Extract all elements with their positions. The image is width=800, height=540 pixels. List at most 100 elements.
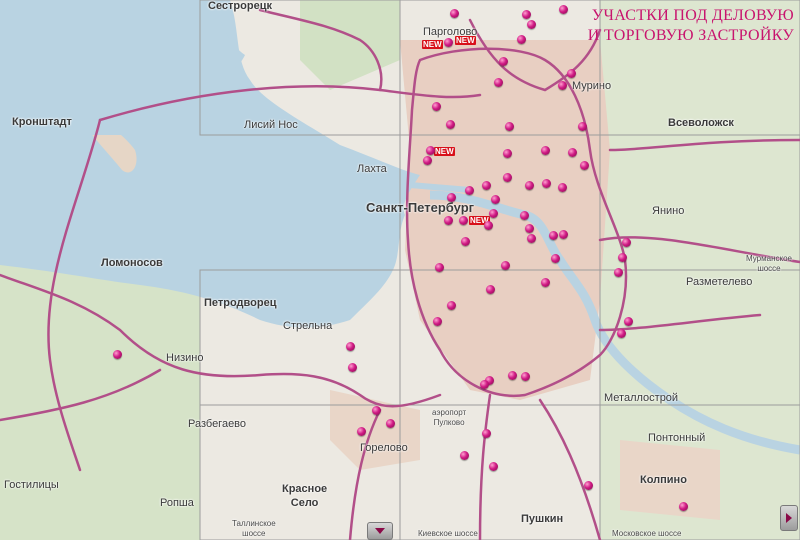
label-sestroretsk: Сестрорецк: [208, 0, 272, 12]
plot-marker[interactable]: [447, 193, 456, 202]
title-line-2: И ТОРГОВУЮ ЗАСТРОЙКУ: [587, 27, 794, 44]
plot-marker[interactable]: [517, 35, 526, 44]
label-lomonosov: Ломоносов: [101, 257, 163, 269]
plot-marker[interactable]: [525, 224, 534, 233]
label-moskovskoe: Московское шоссе: [612, 529, 682, 538]
plot-marker[interactable]: [501, 261, 510, 270]
map-title: УЧАСТКИ ПОД ДЕЛОВУЮ И ТОРГОВУЮ ЗАСТРОЙКУ: [588, 6, 794, 46]
plot-marker[interactable]: [432, 102, 441, 111]
plot-marker[interactable]: [113, 350, 122, 359]
plot-marker[interactable]: [491, 195, 500, 204]
label-murmanskoe: Мурманское шоссе: [746, 254, 792, 274]
plot-marker[interactable]: [461, 237, 470, 246]
plot-marker[interactable]: [480, 380, 489, 389]
label-ropsha: Ропша: [160, 497, 194, 509]
title-line-1: УЧАСТКИ ПОД ДЕЛОВУЮ: [591, 7, 794, 24]
plot-marker[interactable]: [521, 372, 530, 381]
new-badge: NEW: [422, 40, 443, 49]
plot-marker[interactable]: [522, 10, 531, 19]
label-pontonny: Понтонный: [648, 432, 706, 444]
murmanskoe-line-1: Мурманское: [746, 254, 792, 263]
plot-marker[interactable]: [346, 342, 355, 351]
plot-marker[interactable]: [580, 161, 589, 170]
plot-marker[interactable]: [679, 502, 688, 511]
plot-marker[interactable]: [489, 209, 498, 218]
label-yanino: Янино: [652, 205, 685, 217]
plot-marker[interactable]: [584, 481, 593, 490]
plot-marker[interactable]: [551, 254, 560, 263]
plot-marker[interactable]: [423, 156, 432, 165]
label-petrodvorets: Петродворец: [204, 297, 277, 309]
plot-marker[interactable]: [494, 78, 503, 87]
label-razbegaevo: Разбегаево: [188, 418, 247, 430]
scroll-right-button[interactable]: [780, 505, 798, 531]
plot-marker[interactable]: [520, 211, 529, 220]
label-kievskoe: Киевскоe шоссе: [418, 529, 478, 538]
plot-marker[interactable]: [542, 179, 551, 188]
label-krasnoe-selo: Красное Село: [282, 482, 327, 510]
plot-marker[interactable]: [372, 406, 381, 415]
label-pushkin: Пушкин: [521, 513, 564, 525]
plot-marker[interactable]: [482, 429, 491, 438]
plot-marker[interactable]: [527, 20, 536, 29]
plot-marker[interactable]: [482, 181, 491, 190]
plot-marker[interactable]: [614, 268, 623, 277]
plot-marker[interactable]: [446, 120, 455, 129]
label-murino: Мурино: [572, 80, 612, 92]
plot-marker[interactable]: [503, 149, 512, 158]
plot-marker[interactable]: [447, 301, 456, 310]
plot-marker[interactable]: [505, 122, 514, 131]
plot-marker[interactable]: [465, 186, 474, 195]
label-metallostroy: Металлострой: [604, 392, 679, 404]
plot-marker[interactable]: [567, 69, 576, 78]
label-lakhta: Лахта: [357, 163, 387, 175]
label-tallinskoe: Таллинское шоссе: [232, 519, 276, 539]
map-canvas: [0, 0, 800, 540]
plot-marker[interactable]: [486, 285, 495, 294]
plot-marker[interactable]: [559, 230, 568, 239]
scroll-down-button[interactable]: [367, 522, 393, 540]
plot-marker[interactable]: [559, 5, 568, 14]
plot-marker[interactable]: [527, 234, 536, 243]
map[interactable]: УЧАСТКИ ПОД ДЕЛОВУЮ И ТОРГОВУЮ ЗАСТРОЙКУ…: [0, 0, 800, 540]
plot-marker[interactable]: [435, 263, 444, 272]
label-gostilitsy: Гостилицы: [4, 479, 59, 491]
plot-marker[interactable]: [541, 146, 550, 155]
plot-marker[interactable]: [508, 371, 517, 380]
plot-marker[interactable]: [348, 363, 357, 372]
plot-marker[interactable]: [624, 317, 633, 326]
plot-marker[interactable]: [433, 317, 442, 326]
label-kolpino: Колпино: [640, 474, 687, 486]
plot-marker[interactable]: [489, 462, 498, 471]
plot-marker[interactable]: [558, 183, 567, 192]
plot-marker[interactable]: [357, 427, 366, 436]
krasnoe-selo-line-1: Красное: [282, 483, 328, 495]
plot-marker[interactable]: [503, 173, 512, 182]
plot-marker[interactable]: [459, 216, 468, 225]
plot-marker[interactable]: [444, 38, 453, 47]
plot-marker[interactable]: [444, 216, 453, 225]
label-gorelovo: Горелово: [360, 442, 408, 454]
plot-marker[interactable]: [525, 181, 534, 190]
plot-marker[interactable]: [578, 122, 587, 131]
plot-marker[interactable]: [541, 278, 550, 287]
plot-marker[interactable]: [558, 81, 567, 90]
new-badge: NEW: [434, 147, 455, 156]
plot-marker[interactable]: [549, 231, 558, 240]
plot-marker[interactable]: [622, 238, 631, 247]
plot-marker[interactable]: [568, 148, 577, 157]
plot-marker[interactable]: [484, 221, 493, 230]
label-spb: Санкт-Петербург: [366, 200, 475, 215]
label-airport: аэропорт Пулково: [432, 408, 466, 428]
label-razmetelevo: Разметелево: [686, 276, 753, 288]
new-badge: NEW: [455, 36, 476, 45]
plot-marker[interactable]: [460, 451, 469, 460]
murmanskoe-line-2: шоссе: [757, 264, 781, 273]
plot-marker[interactable]: [450, 9, 459, 18]
plot-marker[interactable]: [618, 253, 627, 262]
tallinskoe-line-1: Таллинское: [232, 519, 276, 528]
plot-marker[interactable]: [386, 419, 395, 428]
plot-marker[interactable]: [426, 146, 435, 155]
plot-marker[interactable]: [617, 329, 626, 338]
plot-marker[interactable]: [499, 57, 508, 66]
